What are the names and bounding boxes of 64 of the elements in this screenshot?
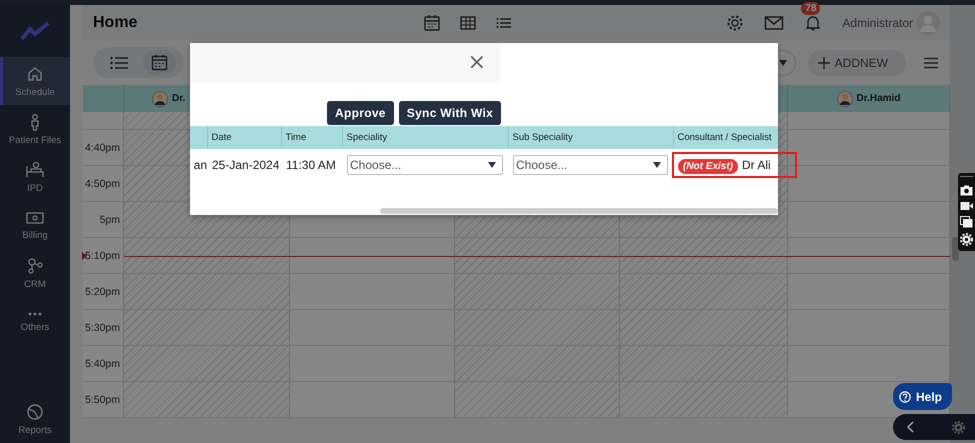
time-label: 5:50pm (84, 394, 120, 406)
doctor-name: Dr.Hamid (856, 93, 900, 104)
question-icon (899, 390, 911, 404)
time-label: 5:30pm (84, 322, 120, 334)
table-cell: 25-Jan-2024 (212, 158, 280, 172)
calendar-icon[interactable] (151, 54, 168, 71)
action-button[interactable]: Sync With Wix (398, 101, 502, 125)
time-label: 5pm (100, 214, 120, 226)
select-field[interactable]: Choose... (513, 154, 668, 174)
table-icon[interactable] (459, 14, 477, 32)
time-label: 5:20pm (84, 286, 120, 298)
nav-item[interactable]: Patient Files (0, 105, 70, 153)
column-header: Date (212, 132, 232, 143)
table-cell: 11:30 AM (286, 158, 336, 172)
nav-item[interactable]: Reports (0, 395, 70, 443)
video-camera-icon[interactable] (960, 201, 973, 211)
caret-icon (488, 162, 496, 168)
caret-icon (653, 162, 661, 168)
column-header: Consultant / Specialist (678, 132, 772, 143)
camera-icon[interactable] (960, 185, 973, 196)
bell-icon[interactable] (804, 14, 822, 32)
doctor-avatar-icon (152, 90, 168, 106)
pie-chart-icon (26, 402, 44, 420)
nav-item[interactable]: IPD (0, 153, 70, 201)
user-name[interactable]: Administrator (842, 16, 913, 30)
column-header: Sub Speciality (512, 132, 573, 143)
page-title: Home (93, 14, 138, 32)
column-header: Speciality (346, 132, 388, 143)
chevron-left-icon[interactable] (907, 421, 915, 433)
calendar-icon[interactable] (423, 14, 441, 32)
time-label: 5:40pm (84, 358, 120, 370)
list-icon[interactable] (109, 54, 129, 70)
time-marker-icon (82, 252, 87, 260)
time-label: 5:10pm (84, 250, 120, 262)
add-new-button[interactable]: ADDNEW (808, 50, 906, 76)
nav-item[interactable]: Billing (0, 201, 70, 249)
table-cell: an (194, 158, 207, 172)
menu-icon[interactable] (924, 56, 938, 68)
nav-item[interactable]: CRM (0, 249, 70, 297)
time-label: 4:40pm (84, 142, 120, 154)
scrollbar-thumb[interactable] (380, 208, 778, 214)
help-button[interactable]: Help (893, 383, 952, 410)
status-badge: (Not Exist) (678, 158, 738, 174)
banknote-icon (25, 210, 45, 226)
nav-item[interactable]: Others (0, 297, 70, 345)
column-header: Time (286, 132, 306, 143)
caret-icon (778, 60, 787, 66)
table-cell: Dr Ali (742, 158, 771, 172)
mail-icon[interactable] (764, 14, 784, 30)
nav-item[interactable]: Schedule (0, 57, 70, 105)
doctor-avatar-icon (836, 90, 853, 106)
windows-icon[interactable] (960, 216, 973, 228)
select-field[interactable]: Choose... (347, 154, 503, 174)
doctor-name: Dr. (172, 93, 186, 104)
network-icon (26, 256, 44, 274)
bed-icon (25, 160, 45, 178)
time-label: 4:50pm (84, 178, 120, 190)
plus-icon (818, 56, 830, 68)
action-button[interactable]: Approve (327, 101, 394, 125)
scrollbar-thumb[interactable] (952, 237, 959, 261)
close-button[interactable]: × (466, 52, 488, 74)
logo-icon (20, 21, 50, 41)
more-icon (26, 310, 44, 318)
home-icon (26, 64, 44, 82)
